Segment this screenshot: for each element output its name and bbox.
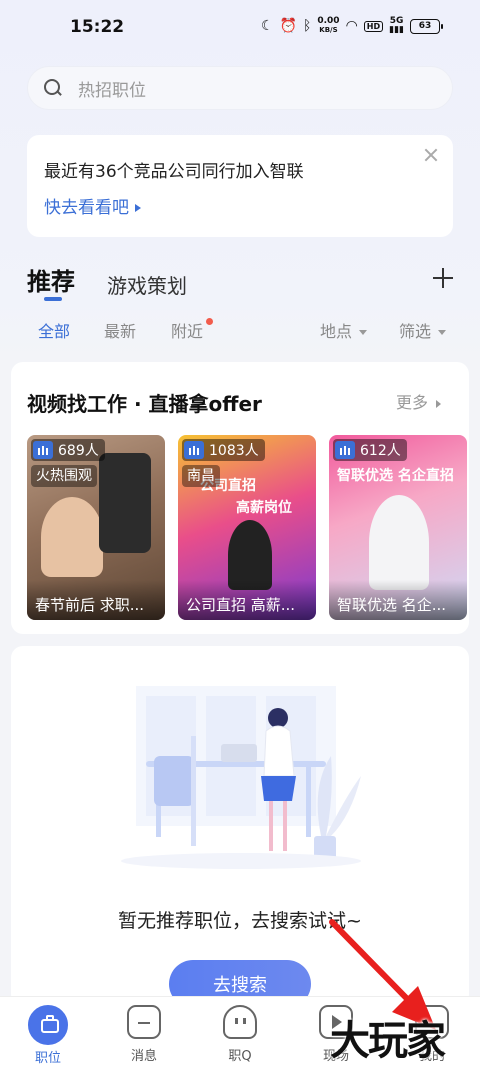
search-input[interactable]: 热招职位 [27,66,453,110]
battery-icon: 63 [410,18,443,34]
status-time: 15:22 [70,17,125,37]
net-speed: 0.00 KB/S [317,16,340,35]
video-caption: 公司直招 高薪... [178,580,316,620]
main-tabs: 推荐 游戏策划 [27,262,453,306]
video-caption: 春节前后 求职... [27,580,165,620]
video-caption: 智联优选 名企... [329,580,467,620]
video-card[interactable]: 689人 火热围观 春节前后 求职... [27,435,165,620]
filter-row: 全部 最新 附近 地点 筛选 [38,318,458,344]
message-icon [127,1005,161,1039]
filter-all[interactable]: 全部 [38,318,70,342]
status-bar: 15:22 ☾ ⏰ ᛒ 0.00 KB/S ◠ HD 5G ▮▮▮ 63 [0,0,480,56]
viewer-count-badge: 612人 [333,439,407,461]
watermark: 大玩家 [330,1018,446,1064]
phone-image [99,453,151,553]
video-tag: 南昌 [182,465,220,487]
chevron-down-icon [438,330,447,335]
arrow-right-icon [135,204,141,212]
live-bars-icon [335,441,355,459]
tab-recommend[interactable]: 推荐 [27,262,75,297]
live-bars-icon [33,441,53,459]
moon-icon: ☾ [260,18,274,34]
filter-nearby[interactable]: 附近 [171,318,203,342]
question-bubble-icon [223,1005,257,1039]
tab-game-planning[interactable]: 游戏策划 [107,270,187,299]
nav-jobs[interactable]: 职位 [13,1005,83,1066]
viewer-count-badge: 1083人 [182,439,265,461]
alarm-icon: ⏰ [279,18,297,34]
tab-indicator [44,297,62,301]
video-section: 视频找工作 · 直播拿offer 更多 689人 火热围观 春节前后 求职...… [11,362,469,634]
nav-jobq[interactable]: 职Q [205,1005,275,1064]
video-tag: 火热围观 [31,465,97,487]
signal-icon: 5G ▮▮▮ [389,16,404,35]
hd-badge: HD [363,20,384,32]
person-image [369,495,429,590]
video-more-link[interactable]: 更多 [396,389,441,413]
notification-dot [206,318,213,325]
filter-latest[interactable]: 最新 [104,318,136,342]
empty-state-card: 暂无推荐职位，去搜索试试~ 去搜索 [11,646,469,1008]
promo-link[interactable]: 快去看看吧 [44,193,141,218]
briefcase-icon [28,1005,68,1045]
search-icon [44,79,62,97]
empty-message: 暂无推荐职位，去搜索试试~ [118,910,362,932]
live-bars-icon [184,441,204,459]
promo-card: 最近有36个竞品公司同行加入智联 快去看看吧 [27,135,453,237]
add-icon[interactable] [433,268,453,288]
wifi-icon: ◠ [345,18,358,34]
video-card[interactable]: 公司直招 高薪岗位 1083人 南昌 公司直招 高薪... [178,435,316,620]
filter-screen[interactable]: 筛选 [399,318,447,342]
empty-state-illustration [121,686,361,869]
bluetooth-icon: ᛒ [302,18,312,34]
chevron-down-icon [359,330,368,335]
video-banner-line2: 高薪岗位 [236,500,292,516]
video-banner: 智联优选 名企直招 [337,468,454,484]
viewer-count-badge: 689人 [31,439,105,461]
status-icons: ☾ ⏰ ᛒ 0.00 KB/S ◠ HD 5G ▮▮▮ 63 [260,16,443,35]
person-image [41,497,103,577]
video-section-title: 视频找工作 · 直播拿offer [27,392,262,416]
close-icon[interactable] [423,147,439,163]
filter-location[interactable]: 地点 [320,318,368,342]
arrow-right-icon [436,399,441,408]
promo-text: 最近有36个竞品公司同行加入智联 [44,162,304,182]
search-placeholder: 热招职位 [78,80,146,101]
nav-messages[interactable]: 消息 [109,1005,179,1064]
video-card[interactable]: 智联优选 名企直招 612人 智联优选 名企... [329,435,467,620]
